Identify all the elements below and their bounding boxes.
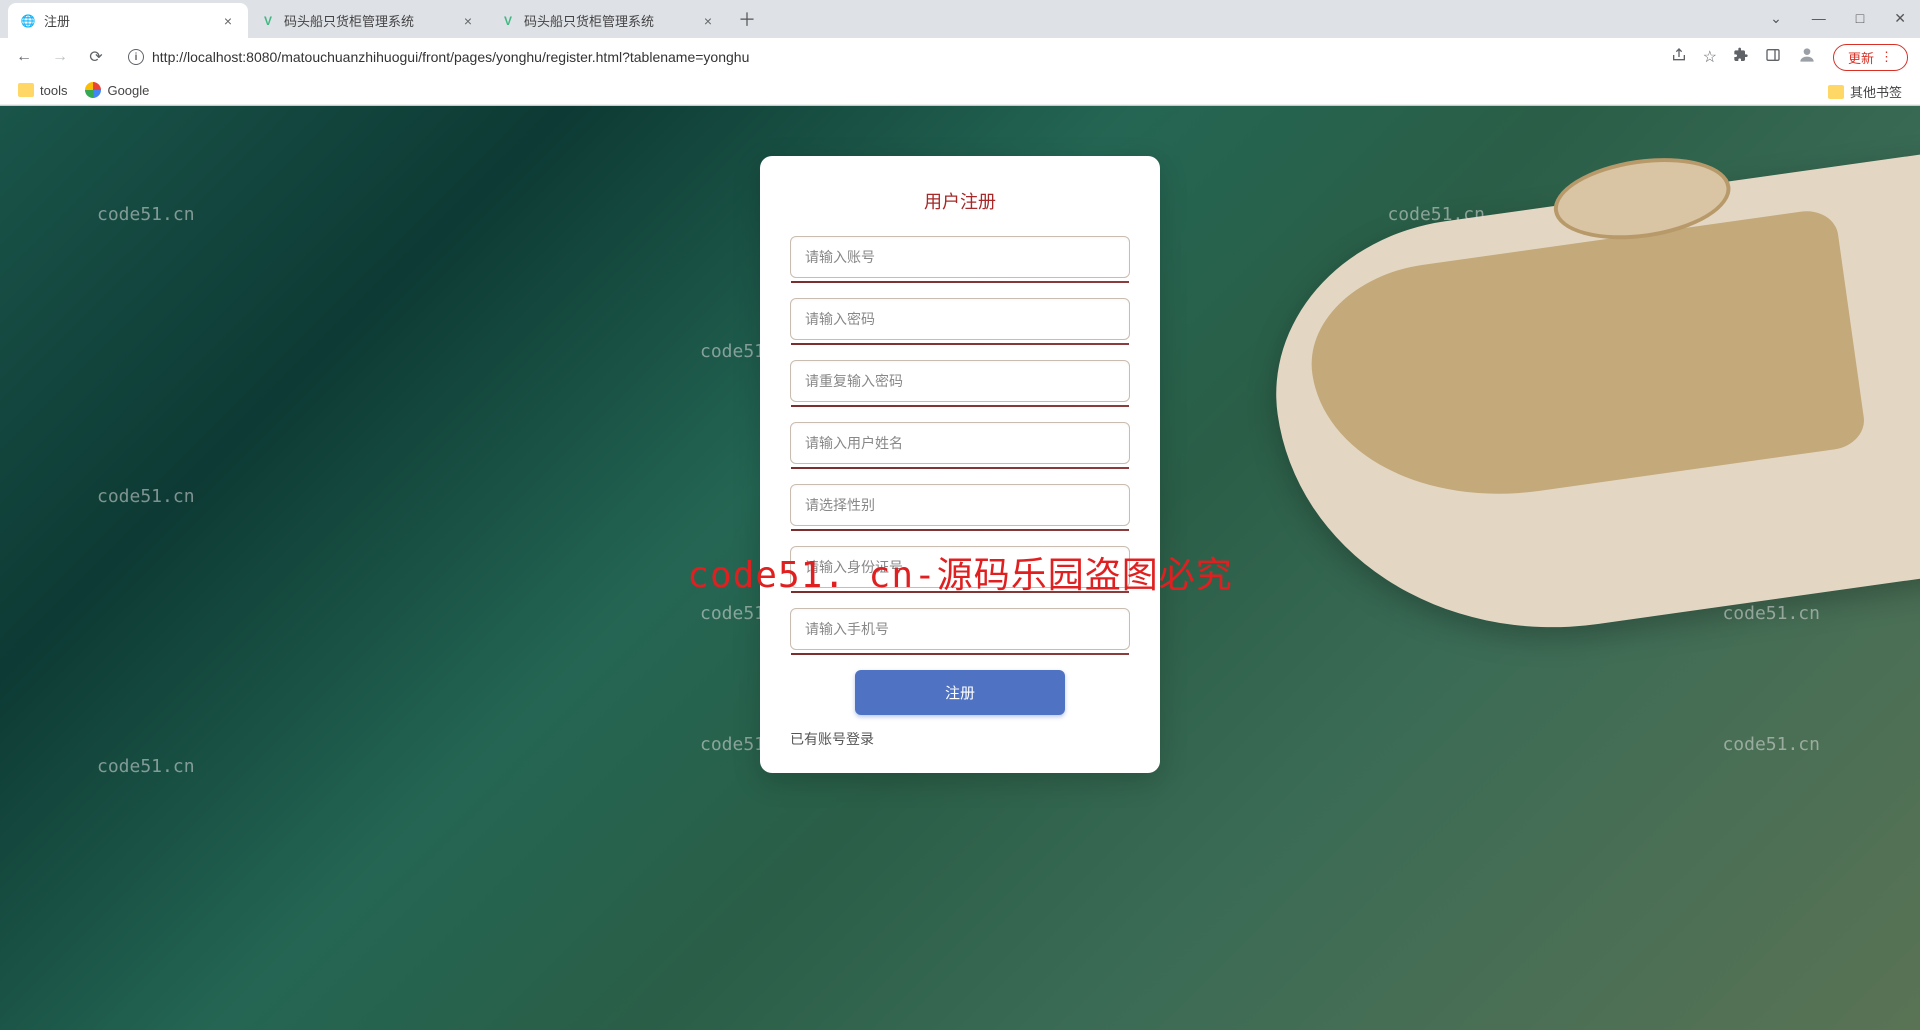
star-icon[interactable]: ☆	[1703, 47, 1717, 67]
menu-icon: ⋮	[1880, 49, 1893, 65]
bookmark-other[interactable]: 其他书签	[1828, 82, 1902, 101]
tab-title: 注册	[44, 11, 212, 30]
toolbar-icons: ☆ 更新 ⋮	[1671, 44, 1908, 71]
google-icon	[85, 82, 101, 98]
profile-icon[interactable]	[1797, 45, 1817, 70]
extensions-icon[interactable]	[1733, 47, 1749, 68]
close-window-icon[interactable]: ✕	[1888, 8, 1912, 29]
globe-icon: 🌐	[20, 13, 36, 29]
tab-register[interactable]: 🌐 注册 ×	[8, 3, 248, 38]
watermark-small: code51.cn	[97, 486, 195, 507]
close-icon[interactable]: ×	[460, 13, 476, 29]
close-icon[interactable]: ×	[220, 13, 236, 29]
boat-decoration	[1254, 148, 1920, 664]
login-link[interactable]: 已有账号登录	[790, 729, 1130, 749]
watermark-small: code51.cn	[1722, 603, 1820, 624]
tab-system-1[interactable]: V 码头船只货柜管理系统 ×	[248, 3, 488, 38]
watermark-small: code51.cn	[97, 756, 195, 777]
site-info-icon[interactable]: i	[128, 49, 144, 65]
password-confirm-input[interactable]	[791, 361, 1129, 401]
vue-icon: V	[260, 13, 276, 29]
bookmark-label: Google	[107, 83, 149, 98]
password2-field-wrap	[790, 360, 1130, 402]
watermark-small: code51.cn	[1722, 734, 1820, 755]
account-field-wrap	[790, 236, 1130, 278]
minimize-icon[interactable]: ―	[1806, 8, 1832, 29]
window-controls: ⌄ ― □ ✕	[1764, 8, 1912, 29]
tab-title: 码头船只货柜管理系统	[284, 11, 452, 30]
folder-icon	[1828, 85, 1844, 99]
folder-icon	[18, 83, 34, 97]
register-card: 用户注册 注册 已有账号登录	[760, 156, 1160, 773]
url-text: http://localhost:8080/matouchuanzhihuogu…	[152, 49, 749, 65]
tab-system-2[interactable]: V 码头船只货柜管理系统 ×	[488, 3, 728, 38]
bookmark-google[interactable]: Google	[85, 82, 149, 98]
close-icon[interactable]: ×	[700, 13, 716, 29]
bookmark-label: tools	[40, 83, 67, 98]
chevron-down-icon[interactable]: ⌄	[1764, 8, 1788, 29]
gender-field-wrap	[790, 484, 1130, 526]
phone-field-wrap	[790, 608, 1130, 650]
reload-icon[interactable]: ⟳	[84, 45, 108, 69]
forward-icon: →	[48, 45, 72, 69]
register-button[interactable]: 注册	[855, 670, 1065, 715]
idcard-field-wrap	[790, 546, 1130, 588]
account-input[interactable]	[791, 237, 1129, 277]
vue-icon: V	[500, 13, 516, 29]
browser-chrome: 🌐 注册 × V 码头船只货柜管理系统 × V 码头船只货柜管理系统 × ＋ ⌄…	[0, 0, 1920, 106]
password-input[interactable]	[791, 299, 1129, 339]
page-body: code51.cn code51.cn code51.cn code51.cn …	[0, 106, 1920, 1030]
back-icon[interactable]: ←	[12, 45, 36, 69]
name-field-wrap	[790, 422, 1130, 464]
url-bar[interactable]: i http://localhost:8080/matouchuanzhihuo…	[120, 45, 1659, 69]
share-icon[interactable]	[1671, 47, 1687, 68]
tab-title: 码头船只货柜管理系统	[524, 11, 692, 30]
idcard-input[interactable]	[791, 547, 1129, 587]
address-bar: ← → ⟳ i http://localhost:8080/matouchuan…	[0, 38, 1920, 76]
update-button[interactable]: 更新 ⋮	[1833, 44, 1908, 71]
bookmark-label: 其他书签	[1850, 82, 1902, 101]
name-input[interactable]	[791, 423, 1129, 463]
tab-strip: 🌐 注册 × V 码头船只货柜管理系统 × V 码头船只货柜管理系统 × ＋ ⌄…	[0, 0, 1920, 38]
bookmark-tools[interactable]: tools	[18, 83, 67, 98]
phone-input[interactable]	[791, 609, 1129, 649]
update-label: 更新	[1848, 48, 1874, 67]
side-panel-icon[interactable]	[1765, 47, 1781, 68]
bookmark-bar: tools Google 其他书签	[0, 76, 1920, 105]
watermark-small: code51.cn	[97, 204, 195, 225]
maximize-icon[interactable]: □	[1850, 8, 1870, 29]
new-tab-button[interactable]: ＋	[728, 0, 766, 38]
gender-select[interactable]	[791, 485, 1129, 525]
password-field-wrap	[790, 298, 1130, 340]
page-title: 用户注册	[790, 188, 1130, 214]
